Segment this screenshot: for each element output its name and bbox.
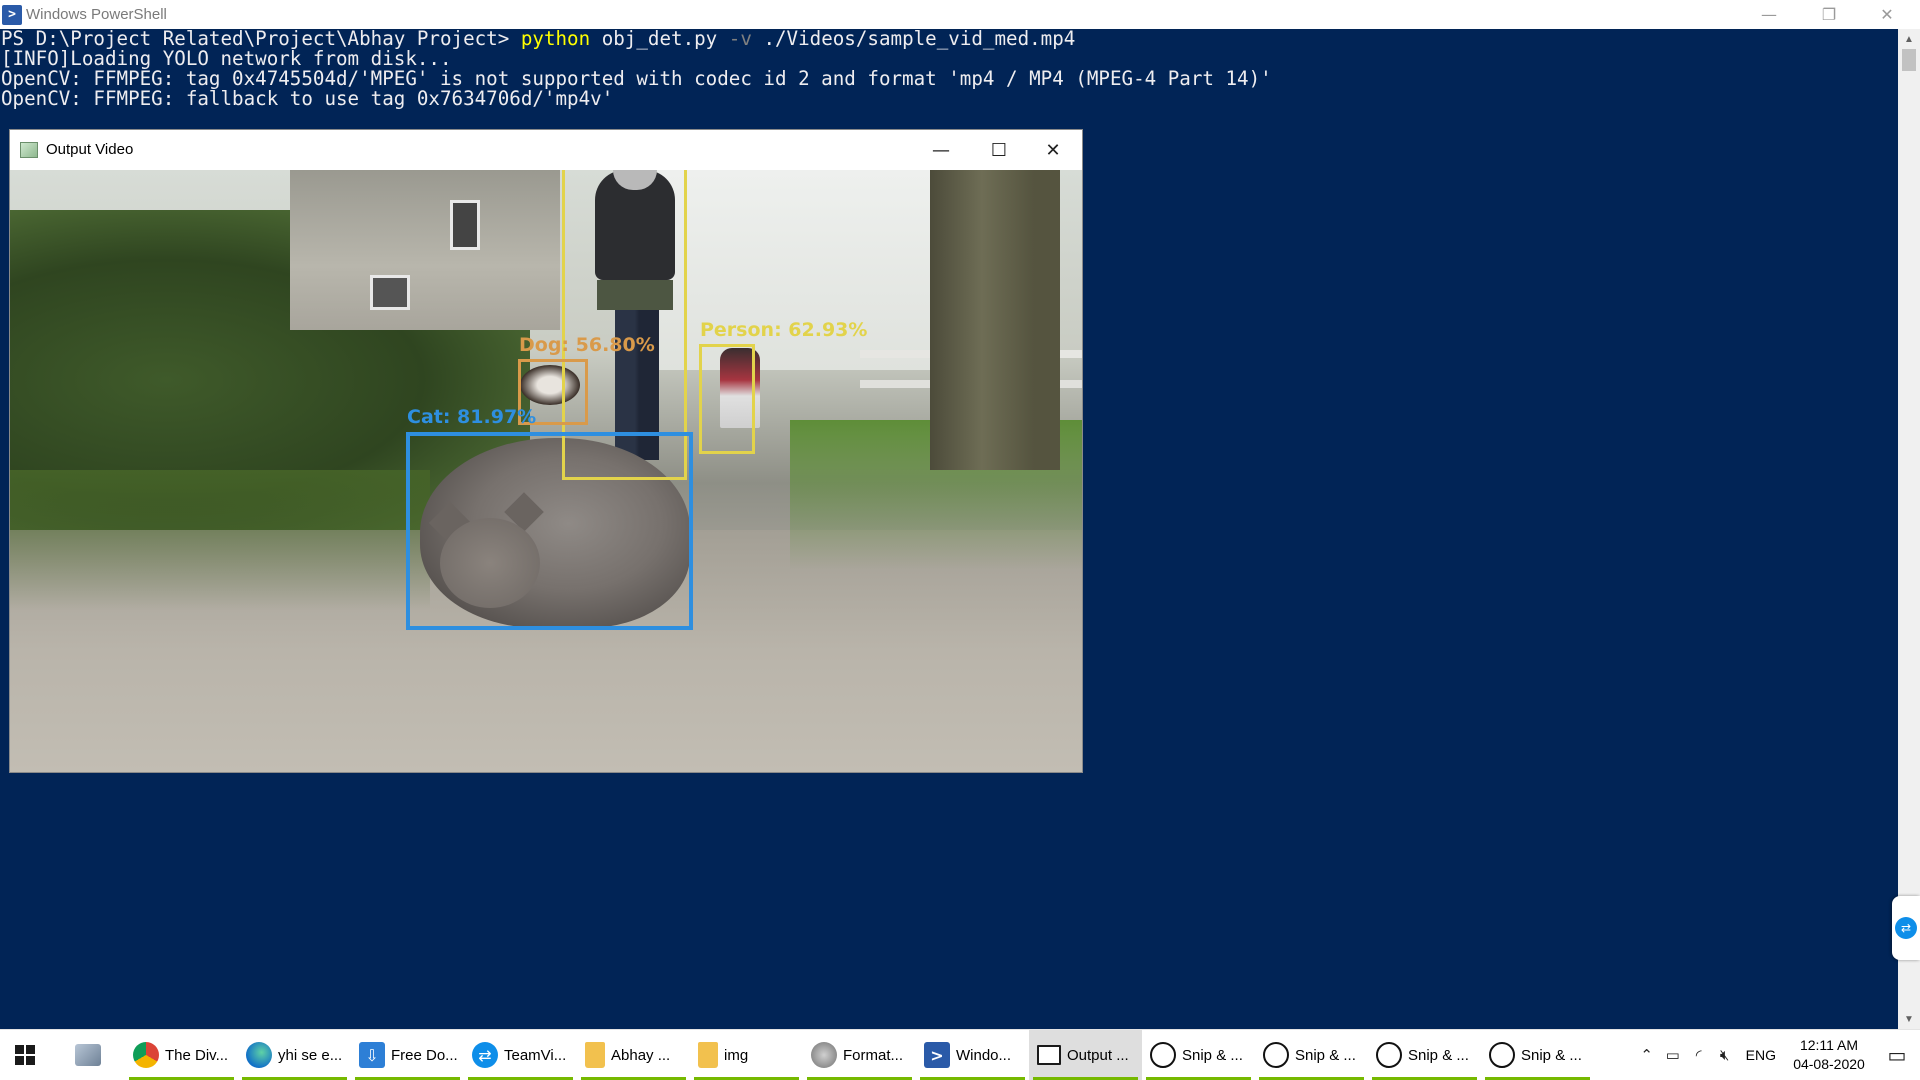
taskbar-app-button[interactable]: Snip & ... bbox=[1481, 1030, 1594, 1080]
video-house bbox=[290, 170, 560, 330]
console-line: OpenCV: FFMPEG: tag 0x4745504d/'MPEG' is… bbox=[1, 69, 1896, 89]
pinned-file-explorer[interactable] bbox=[50, 1030, 125, 1080]
clock[interactable]: 12:11 AM 04-08-2020 bbox=[1784, 1036, 1874, 1074]
video-tree bbox=[930, 170, 1060, 470]
taskbar-app-label: Free Do... bbox=[391, 1046, 458, 1064]
taskbar-app-button[interactable]: > Windo... bbox=[916, 1030, 1029, 1080]
output-video-titlebar[interactable]: Output Video — ☐ ✕ bbox=[10, 130, 1082, 170]
language-indicator[interactable]: ENG bbox=[1738, 1047, 1784, 1063]
close-button[interactable]: ✕ bbox=[1858, 0, 1916, 29]
taskbar-app-label: img bbox=[724, 1046, 749, 1064]
scroll-down-arrow-icon[interactable]: ▼ bbox=[1898, 1009, 1920, 1029]
taskbar-app-label: yhi se e... bbox=[278, 1046, 343, 1064]
start-button[interactable] bbox=[0, 1030, 50, 1080]
taskbar-app-label: Abhay ... bbox=[611, 1046, 671, 1064]
taskbar-app-label: Snip & ... bbox=[1295, 1046, 1356, 1064]
file-explorer-icon bbox=[74, 1044, 101, 1066]
taskbar-app-button[interactable]: The Div... bbox=[125, 1030, 238, 1080]
detection-label-person: Person: 62.93% bbox=[700, 319, 868, 341]
console-token-cmd: python bbox=[520, 27, 591, 50]
snip-sketch-icon bbox=[1489, 1042, 1515, 1068]
taskbar-app-label: Snip & ... bbox=[1521, 1046, 1582, 1064]
wifi-icon[interactable]: ◜ bbox=[1686, 1040, 1712, 1070]
output-video-title: Output Video bbox=[46, 141, 134, 158]
taskbar-app-button[interactable]: Format... bbox=[803, 1030, 916, 1080]
system-tray: ⌃ ▭ ◜ 🔇︎ ENG 12:11 AM 04-08-2020 ▭ bbox=[1634, 1030, 1920, 1080]
restore-button[interactable]: ❐ bbox=[1800, 0, 1858, 29]
format-factory-icon bbox=[811, 1042, 837, 1068]
teamviewer-icon: ⇄ bbox=[1895, 917, 1917, 939]
taskbar-app-button[interactable]: Snip & ... bbox=[1368, 1030, 1481, 1080]
taskbar-app-button[interactable]: Abhay ... bbox=[577, 1030, 690, 1080]
taskbar-app-button[interactable]: img bbox=[690, 1030, 803, 1080]
output-maximize-button[interactable]: ☐ bbox=[970, 130, 1028, 170]
taskbar-app-button[interactable]: Snip & ... bbox=[1255, 1030, 1368, 1080]
console-token-plain: ./Videos/sample_vid_med.mp4 bbox=[751, 27, 1076, 50]
minimize-button[interactable]: — bbox=[1740, 0, 1798, 29]
detection-label-dog: Dog: 56.80% bbox=[519, 334, 655, 356]
console-scrollbar[interactable]: ▲ ▼ bbox=[1898, 29, 1920, 1029]
chevron-up-icon[interactable]: ⌃ bbox=[1634, 1040, 1660, 1070]
taskbar-app-label: Format... bbox=[843, 1046, 904, 1064]
snip-sketch-icon bbox=[1263, 1042, 1289, 1068]
snip-sketch-icon bbox=[1376, 1042, 1402, 1068]
console-token-param: -v bbox=[728, 27, 752, 50]
output-window-icon bbox=[20, 142, 38, 158]
teamviewer-side-tab[interactable]: ⇄ bbox=[1892, 896, 1920, 960]
taskbar-app-label: TeamVi... bbox=[504, 1046, 567, 1064]
clock-time: 12:11 AM bbox=[1799, 1037, 1859, 1053]
taskbar-app-label: The Div... bbox=[165, 1046, 229, 1064]
console-token-plain: obj_det.py bbox=[590, 27, 729, 50]
action-center-icon[interactable]: ▭ bbox=[1874, 1043, 1920, 1067]
powershell-title: Windows PowerShell bbox=[26, 6, 167, 23]
teamviewer-icon: ⇄ bbox=[472, 1042, 498, 1068]
output-minimize-button[interactable]: — bbox=[912, 130, 970, 170]
folder-icon bbox=[698, 1042, 718, 1068]
taskbar: The Div... yhi se e... ⇩ Free Do... ⇄ TeamVi.… bbox=[0, 1029, 1920, 1080]
video-grass-left bbox=[10, 470, 430, 610]
console-token-plain: OpenCV: FFMPEG: fallback to use tag 0x76… bbox=[1, 87, 614, 110]
windows-start-icon bbox=[15, 1045, 35, 1065]
console-token-plain: [INFO]Loading YOLO network from disk... bbox=[1, 47, 452, 70]
powershell-titlebar[interactable]: > Windows PowerShell — ❐ ✕ bbox=[0, 0, 1920, 29]
video-frame: Dog: 56.80% Person: 62.93% Cat: 81.97% bbox=[10, 170, 1082, 772]
console-line: [INFO]Loading YOLO network from disk... bbox=[1, 49, 1896, 69]
output-window-icon bbox=[1037, 1045, 1061, 1065]
scrollbar-thumb[interactable] bbox=[1902, 49, 1916, 71]
taskbar-app-button[interactable]: ⇩ Free Do... bbox=[351, 1030, 464, 1080]
folder-icon bbox=[585, 1042, 605, 1068]
detection-box-cat bbox=[406, 432, 693, 630]
free-download-icon: ⇩ bbox=[359, 1042, 385, 1068]
chrome-icon bbox=[133, 1042, 159, 1068]
taskbar-app-button[interactable]: yhi se e... bbox=[238, 1030, 351, 1080]
taskbar-app-button[interactable]: Snip & ... bbox=[1142, 1030, 1255, 1080]
output-close-button[interactable]: ✕ bbox=[1024, 130, 1082, 170]
detection-box-person bbox=[699, 344, 755, 454]
taskbar-app-label: Snip & ... bbox=[1182, 1046, 1243, 1064]
edge-icon bbox=[246, 1042, 272, 1068]
taskbar-app-button[interactable]: Output ... bbox=[1029, 1030, 1142, 1080]
taskbar-app-label: Windo... bbox=[956, 1046, 1012, 1064]
battery-icon[interactable]: ▭ bbox=[1660, 1040, 1686, 1070]
taskbar-app-label: Output ... bbox=[1067, 1046, 1129, 1064]
powershell-icon: > bbox=[924, 1042, 950, 1068]
console-token-plain: PS D:\Project Related\Project\Abhay Proj… bbox=[1, 27, 521, 50]
console-line: OpenCV: FFMPEG: fallback to use tag 0x76… bbox=[1, 89, 1896, 109]
scroll-up-arrow-icon[interactable]: ▲ bbox=[1898, 29, 1920, 49]
powershell-icon: > bbox=[2, 4, 22, 25]
snip-sketch-icon bbox=[1150, 1042, 1176, 1068]
detection-label-cat: Cat: 81.97% bbox=[407, 406, 537, 428]
output-video-window[interactable]: Output Video — ☐ ✕ Dog: 56.80% Person: 6… bbox=[9, 129, 1083, 773]
taskbar-app-button[interactable]: ⇄ TeamVi... bbox=[464, 1030, 577, 1080]
clock-date: 04-08-2020 bbox=[1793, 1056, 1865, 1072]
taskbar-app-label: Snip & ... bbox=[1408, 1046, 1469, 1064]
console-line: PS D:\Project Related\Project\Abhay Proj… bbox=[1, 29, 1896, 49]
console-token-plain: OpenCV: FFMPEG: tag 0x4745504d/'MPEG' is… bbox=[1, 67, 1272, 90]
volume-muted-icon[interactable]: 🔇︎ bbox=[1712, 1040, 1738, 1070]
